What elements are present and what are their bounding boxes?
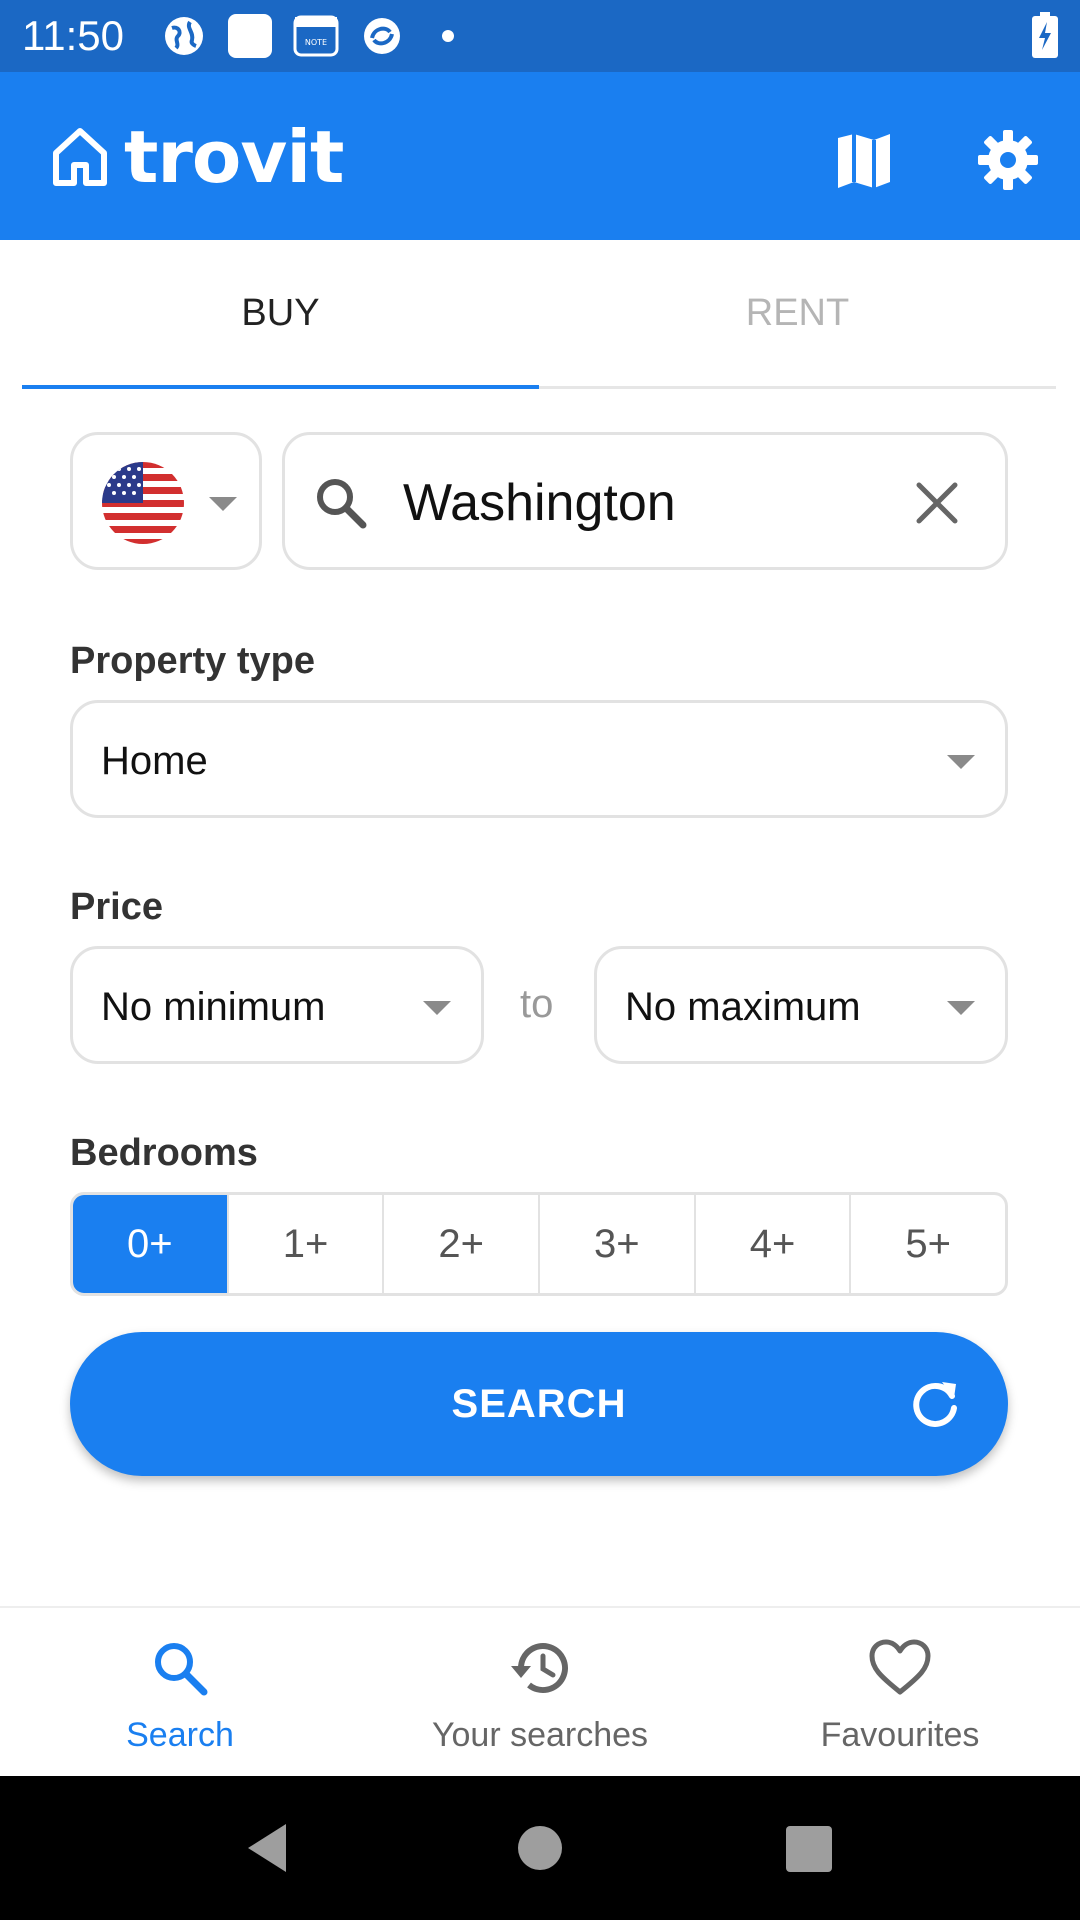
map-icon bbox=[838, 134, 890, 188]
chevron-down-icon bbox=[947, 1001, 975, 1015]
trovit-logo: trovit bbox=[50, 115, 344, 199]
price-label: Price bbox=[70, 886, 163, 928]
settings-button[interactable] bbox=[968, 120, 1048, 200]
us-flag-icon bbox=[102, 462, 184, 544]
home-logo-icon bbox=[53, 128, 107, 186]
property-type-label: Property type bbox=[70, 640, 315, 682]
back-icon[interactable] bbox=[244, 1822, 290, 1874]
property-type-value: Home bbox=[101, 739, 208, 783]
property-type-select[interactable]: Home bbox=[70, 700, 1008, 818]
price-max-select[interactable]: No maximum bbox=[594, 946, 1008, 1064]
more-notifications-dot bbox=[442, 30, 454, 42]
nav-favourites-label: Favourites bbox=[820, 1716, 980, 1754]
app-bar: trovit bbox=[0, 72, 1080, 240]
bedrooms-option-2[interactable]: 2+ bbox=[382, 1195, 538, 1293]
search-icon bbox=[317, 479, 367, 529]
buy-rent-tabs: BUY RENT bbox=[22, 240, 1056, 389]
location-search-field[interactable]: Washington bbox=[282, 432, 1008, 570]
price-max-value: No maximum bbox=[625, 985, 861, 1029]
nav-your-searches[interactable]: Your searches bbox=[360, 1608, 720, 1778]
search-icon bbox=[155, 1643, 208, 1696]
bedrooms-option-5[interactable]: 5+ bbox=[849, 1195, 1005, 1293]
battery-charging-icon bbox=[1032, 12, 1058, 58]
tab-rent[interactable]: RENT bbox=[539, 240, 1056, 386]
nav-your-searches-label: Your searches bbox=[431, 1716, 649, 1754]
refresh-icon[interactable] bbox=[910, 1378, 962, 1430]
status-bar: 11:50 NOTE bbox=[0, 0, 1080, 72]
search-button[interactable]: SEARCH bbox=[70, 1332, 1008, 1476]
note-icon: NOTE bbox=[293, 15, 339, 57]
bedrooms-option-3[interactable]: 3+ bbox=[538, 1195, 694, 1293]
nav-search[interactable]: Search bbox=[0, 1608, 360, 1778]
map-button[interactable] bbox=[824, 120, 904, 200]
sync-app-icon bbox=[364, 18, 400, 54]
price-separator: to bbox=[520, 982, 554, 1026]
status-time: 11:50 bbox=[22, 12, 124, 59]
bedrooms-label: Bedrooms bbox=[70, 1132, 258, 1174]
location-search-input[interactable]: Washington bbox=[403, 473, 676, 533]
logo-text: trovit bbox=[124, 115, 344, 199]
chevron-down-icon bbox=[423, 1001, 451, 1015]
nav-favourites[interactable]: Favourites bbox=[720, 1608, 1080, 1778]
globe-icon bbox=[165, 17, 203, 55]
chevron-down-icon bbox=[209, 497, 237, 511]
bottom-navigation: Search Your searches Favourites bbox=[0, 1606, 1080, 1778]
tab-buy[interactable]: BUY bbox=[22, 240, 539, 389]
home-icon[interactable] bbox=[518, 1826, 562, 1870]
price-min-select[interactable]: No minimum bbox=[70, 946, 484, 1064]
svg-text:NOTE: NOTE bbox=[305, 38, 327, 47]
system-navigation-bar bbox=[0, 1776, 1080, 1920]
heart-icon bbox=[869, 1639, 931, 1695]
bedrooms-option-4[interactable]: 4+ bbox=[693, 1195, 850, 1293]
recents-icon[interactable] bbox=[786, 1826, 832, 1872]
nav-search-label: Search bbox=[126, 1716, 234, 1754]
chevron-down-icon bbox=[947, 755, 975, 769]
country-selector[interactable] bbox=[70, 432, 262, 570]
bedrooms-option-0[interactable]: 0+ bbox=[73, 1195, 227, 1293]
app-notification-icon bbox=[228, 14, 272, 58]
clear-icon[interactable] bbox=[913, 479, 961, 527]
bedrooms-option-1[interactable]: 1+ bbox=[226, 1195, 383, 1293]
bedrooms-selector: 0+ 1+ 2+ 3+ 4+ 5+ bbox=[70, 1192, 1008, 1296]
gear-icon bbox=[978, 130, 1038, 190]
price-min-value: No minimum bbox=[101, 985, 326, 1029]
history-icon bbox=[511, 1643, 568, 1694]
search-button-label: SEARCH bbox=[451, 1381, 627, 1426]
